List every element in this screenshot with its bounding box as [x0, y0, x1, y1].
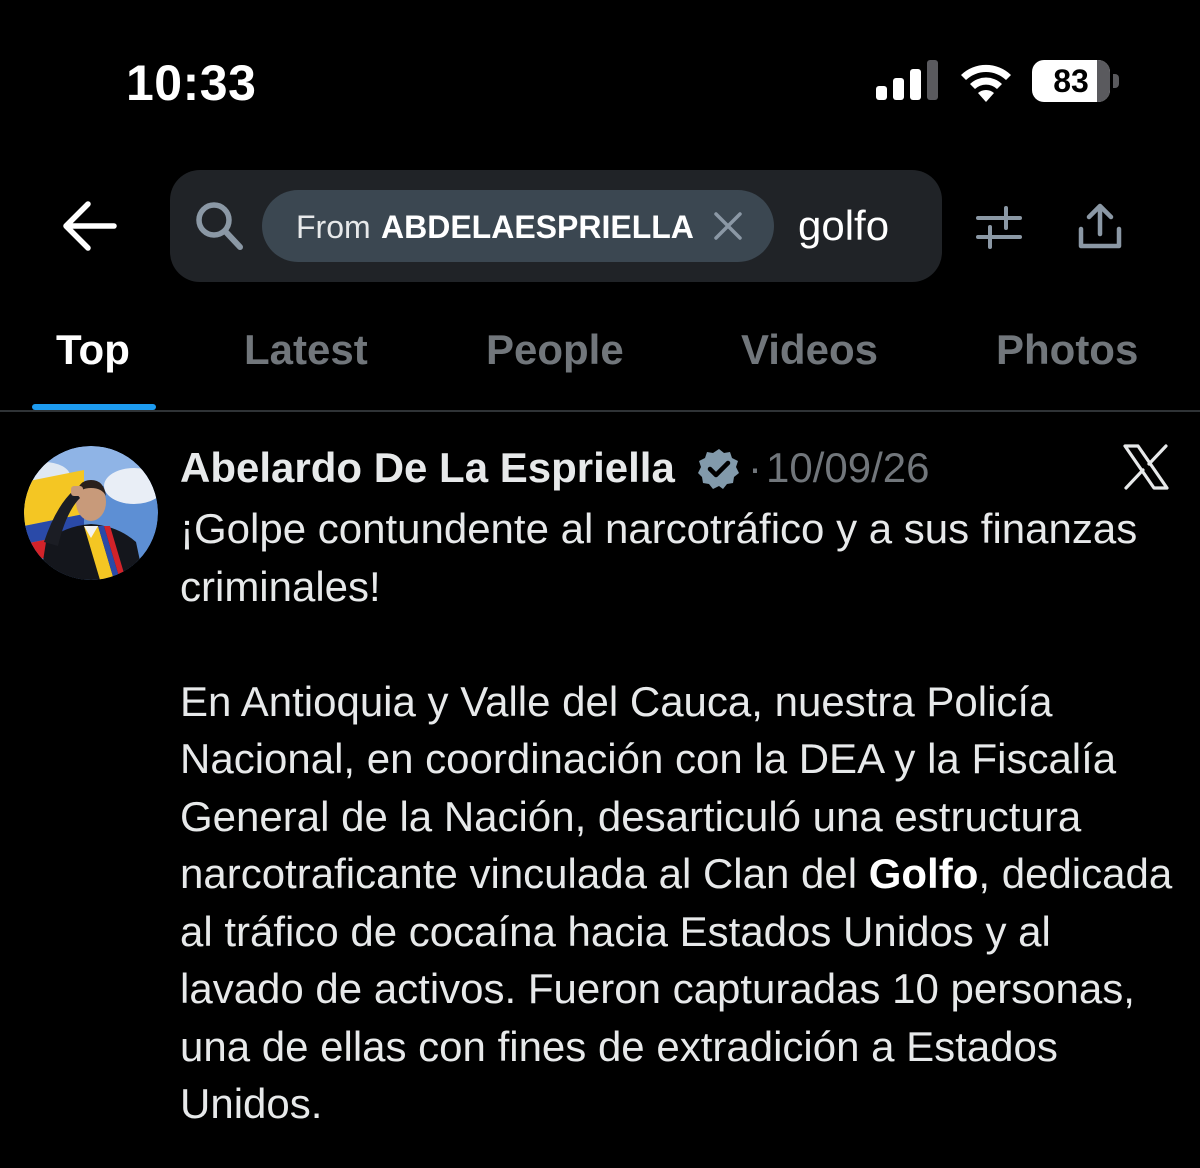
wifi-icon: [961, 64, 1011, 102]
verified-badge-icon: [698, 449, 739, 489]
tweet-date[interactable]: 10/09/26: [766, 444, 930, 492]
x-logo-icon: [1123, 444, 1169, 490]
tab-photos[interactable]: Photos: [996, 326, 1138, 374]
battery-body: 83: [1032, 60, 1110, 102]
tab-people[interactable]: People: [486, 326, 624, 374]
close-icon[interactable]: [712, 210, 744, 242]
tab-videos[interactable]: Videos: [741, 326, 878, 374]
highlighted-search-term: Golfo: [868, 850, 979, 897]
battery-indicator: 83: [1032, 60, 1120, 102]
search-icon: [196, 202, 243, 250]
back-arrow-button[interactable]: [60, 198, 118, 254]
tweet-text: ¡Golpe contundente al narcotráfico y a s…: [180, 500, 1180, 1133]
status-time: 10:33: [126, 55, 257, 111]
tweet-author-name[interactable]: Abelardo De La Espriella: [180, 444, 675, 492]
chip-prefix: From: [296, 209, 371, 245]
tab-top[interactable]: Top: [56, 326, 130, 374]
battery-tip: [1113, 74, 1119, 88]
from-user-filter-chip[interactable]: From ABDELAESPRIELLA: [262, 190, 774, 262]
search-input[interactable]: golfo: [798, 202, 889, 250]
tabs-divider: [0, 410, 1200, 412]
chip-username: ABDELAESPRIELLA: [381, 209, 694, 245]
tweet-paragraph-2: En Antioquia y Valle del Cauca, nuestra …: [180, 673, 1180, 1133]
tweet-paragraph-1: ¡Golpe contundente al narcotráfico y a s…: [180, 505, 1138, 610]
search-filters-icon[interactable]: [974, 204, 1024, 250]
share-icon[interactable]: [1076, 202, 1124, 250]
avatar[interactable]: [24, 446, 158, 580]
tab-latest[interactable]: Latest: [244, 326, 368, 374]
battery-level: 83: [1053, 63, 1089, 99]
cellular-signal-icon: [876, 60, 938, 100]
search-bar[interactable]: From ABDELAESPRIELLA golfo: [170, 170, 942, 282]
tweet-separator: ·: [748, 444, 762, 491]
